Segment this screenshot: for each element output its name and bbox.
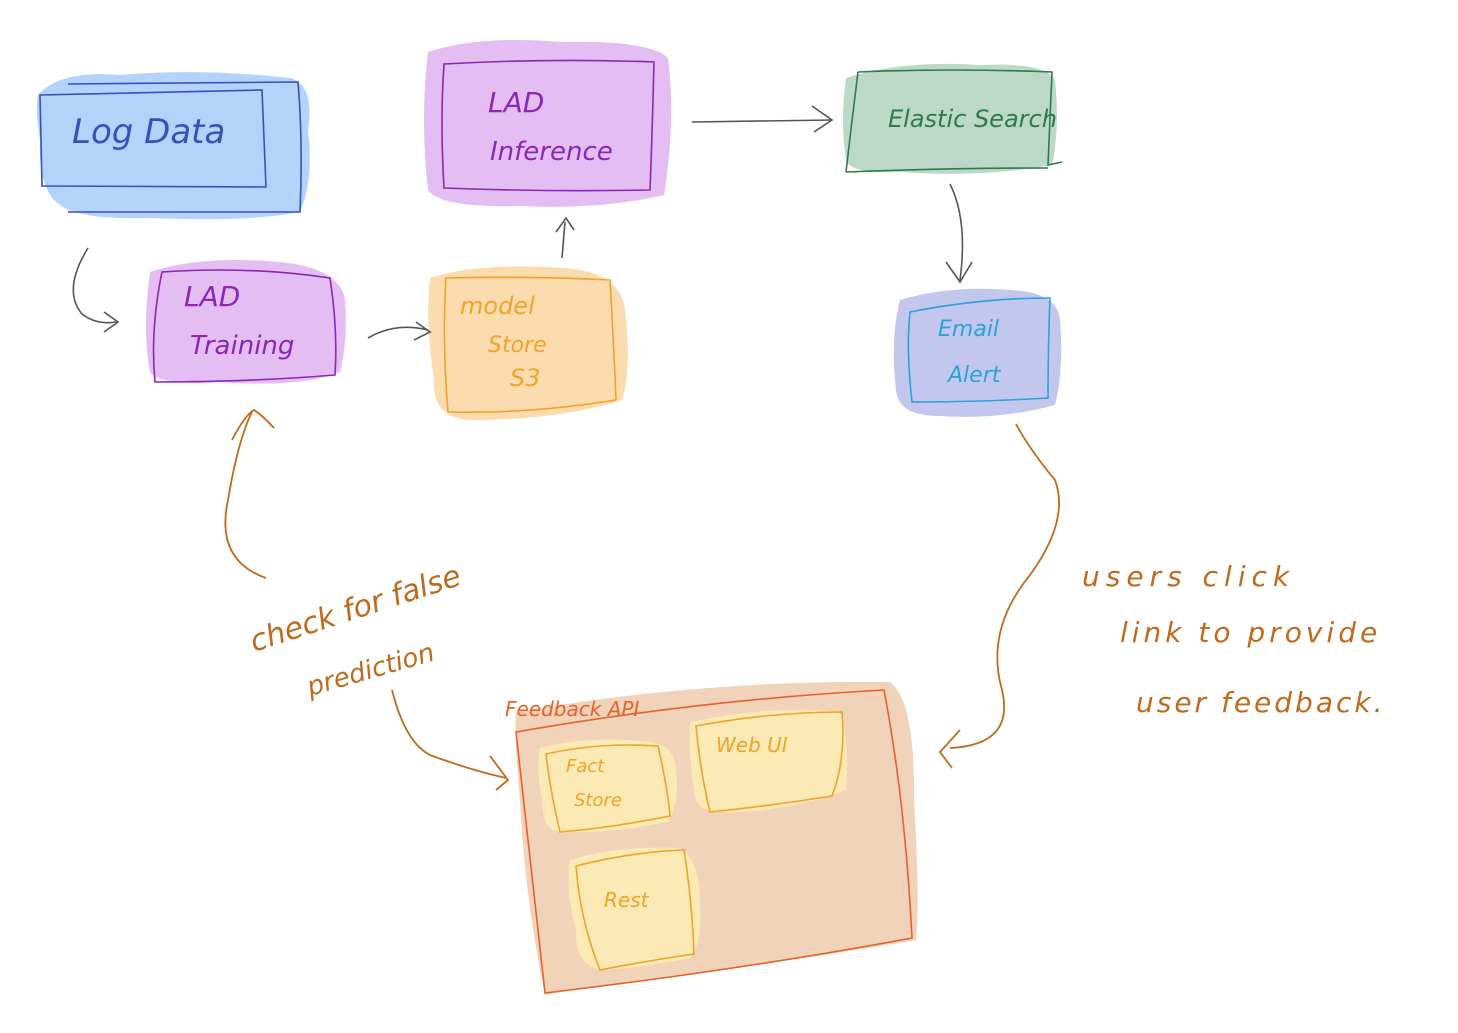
annotation-check-false-prediction: check for false prediction bbox=[246, 558, 466, 703]
annotation-check-line1: check for false bbox=[246, 558, 466, 659]
email-alert-node: Email Alert bbox=[893, 288, 1062, 417]
model-store-node: model Store S3 bbox=[428, 266, 628, 420]
lad-training-label-line2: Training bbox=[190, 331, 294, 361]
feedback-api-node: Feedback API Fact Store Web UI Rest bbox=[505, 681, 918, 995]
arrow-check-to-feedback bbox=[391, 689, 510, 791]
arrow-email-to-feedback bbox=[938, 423, 1060, 769]
fact-store-node: Fact Store bbox=[538, 739, 677, 833]
rest-node: Rest bbox=[568, 847, 701, 971]
arrow-log-to-training bbox=[72, 247, 120, 333]
fact-store-label-line1: Fact bbox=[566, 756, 605, 777]
arrow-inference-to-elastic bbox=[691, 105, 834, 133]
model-store-label-line2: Store bbox=[488, 333, 547, 358]
arrow-store-to-inference bbox=[555, 216, 575, 259]
email-alert-label-line2: Alert bbox=[946, 363, 1002, 388]
annotation-check-line2: prediction bbox=[303, 638, 438, 703]
log-data-label: Log Data bbox=[72, 112, 225, 152]
model-store-label-line1: model bbox=[460, 292, 535, 320]
arrow-elastic-to-email bbox=[945, 183, 973, 284]
web-ui-label: Web UI bbox=[716, 733, 788, 757]
annotation-users-click: users click link to provide user feedbac… bbox=[1082, 560, 1386, 719]
web-ui-node: Web UI bbox=[689, 709, 848, 813]
annotation-users-line3: user feedback. bbox=[1136, 686, 1386, 719]
annotation-users-line2: link to provide bbox=[1120, 616, 1381, 649]
elastic-search-node: Elastic Search bbox=[843, 63, 1063, 174]
email-alert-label-line1: Email bbox=[938, 317, 999, 342]
rest-label: Rest bbox=[604, 888, 650, 912]
lad-inference-label-line1: LAD bbox=[488, 86, 544, 119]
feedback-api-label: Feedback API bbox=[505, 697, 639, 721]
lad-inference-label-line2: Inference bbox=[490, 137, 613, 167]
fact-store-label-line2: Store bbox=[574, 790, 622, 811]
elastic-search-label: Elastic Search bbox=[888, 105, 1057, 133]
lad-training-label-line1: LAD bbox=[184, 280, 240, 313]
annotation-users-line1: users click bbox=[1082, 560, 1295, 593]
model-store-label-line3: S3 bbox=[510, 364, 541, 392]
lad-inference-node: LAD Inference bbox=[424, 39, 672, 207]
arrow-training-to-store bbox=[367, 321, 432, 341]
architecture-diagram: Log Data LAD Training model Store S3 LAD… bbox=[36, 39, 1386, 995]
log-data-node: Log Data bbox=[36, 72, 310, 220]
arrow-feedback-to-training bbox=[224, 408, 275, 579]
lad-training-node: LAD Training bbox=[146, 259, 346, 384]
